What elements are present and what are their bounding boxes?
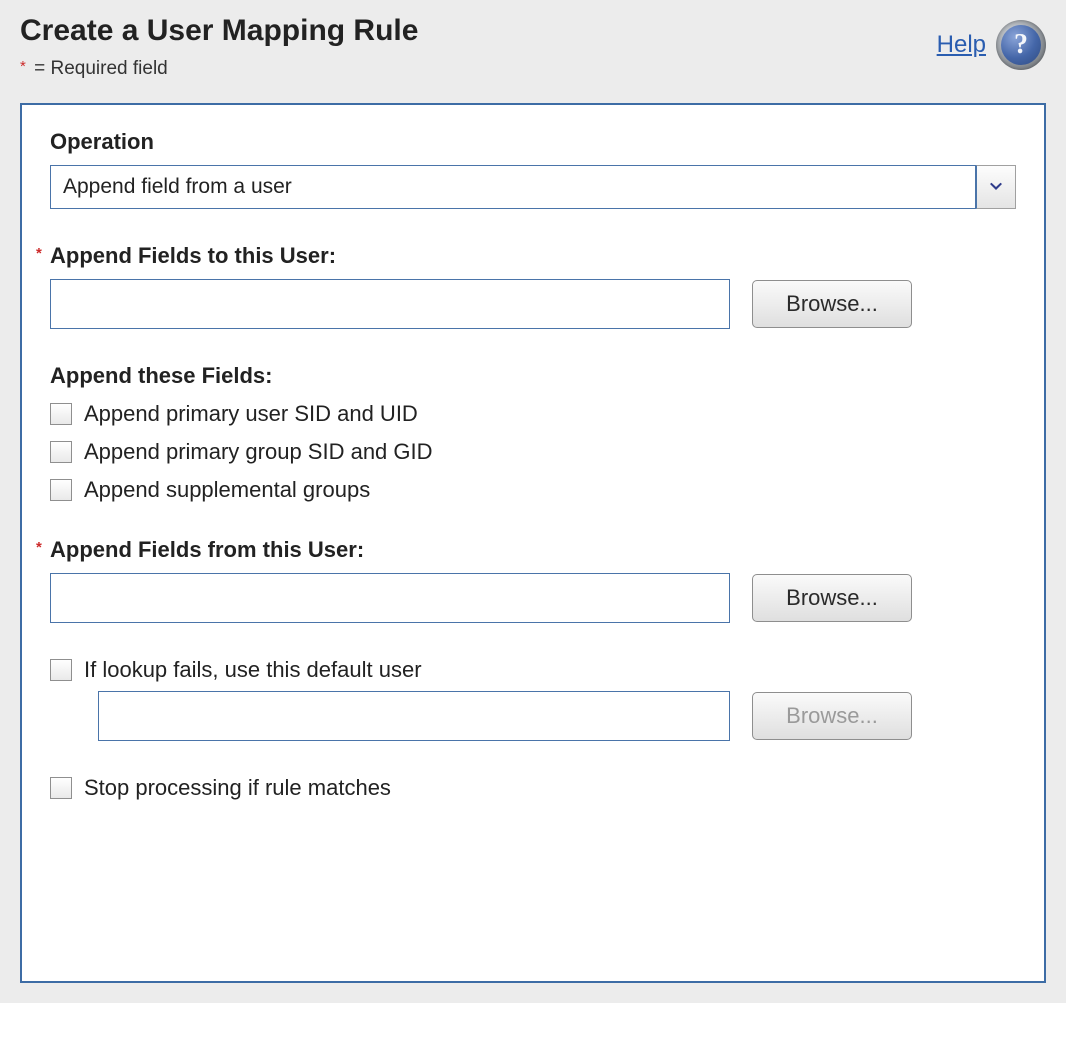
checkbox-default-user[interactable] <box>50 659 72 681</box>
append-from-user-input[interactable] <box>50 573 730 623</box>
operation-select-dropdown-button[interactable] <box>976 165 1016 209</box>
default-user-browse-button: Browse... <box>752 692 912 740</box>
help-link[interactable]: Help <box>937 31 986 59</box>
append-from-user-label: Append Fields from this User: <box>50 537 1016 563</box>
append-from-user-browse-button[interactable]: Browse... <box>752 574 912 622</box>
checkbox-row-primary-user: Append primary user SID and UID <box>50 401 1016 427</box>
checkbox-label: Append primary group SID and GID <box>84 439 433 465</box>
required-note: * = Required field <box>20 58 418 80</box>
default-user-input[interactable] <box>98 691 730 741</box>
question-mark-icon: ? <box>1014 29 1028 61</box>
append-to-user-browse-button[interactable]: Browse... <box>752 280 912 328</box>
help-icon[interactable]: ? <box>996 20 1046 70</box>
chevron-down-icon <box>988 179 1004 195</box>
checkbox-label: Append primary user SID and UID <box>84 401 418 427</box>
operation-select-value[interactable] <box>50 165 976 209</box>
required-asterisk: * <box>20 58 26 75</box>
checkbox-primary-group-sid-gid[interactable] <box>50 441 72 463</box>
panel-wrapper: Operation Append Fields to this User: Br… <box>0 103 1066 1003</box>
checkbox-label: Stop processing if rule matches <box>84 775 391 801</box>
help-area: Help ? <box>937 14 1046 70</box>
operation-label: Operation <box>50 129 1016 155</box>
checkbox-row-supplemental-groups: Append supplemental groups <box>50 477 1016 503</box>
checkbox-supplemental-groups[interactable] <box>50 479 72 501</box>
required-text: = Required field <box>29 58 168 79</box>
checkbox-row-default-user: If lookup fails, use this default user <box>50 657 1016 683</box>
checkbox-label: Append supplemental groups <box>84 477 370 503</box>
page-title: Create a User Mapping Rule <box>20 14 418 48</box>
checkbox-row-primary-group: Append primary group SID and GID <box>50 439 1016 465</box>
checkbox-row-stop-processing: Stop processing if rule matches <box>50 775 1016 801</box>
form-panel: Operation Append Fields to this User: Br… <box>20 103 1046 983</box>
checkbox-stop-processing[interactable] <box>50 777 72 799</box>
header: Create a User Mapping Rule * = Required … <box>0 0 1066 103</box>
checkbox-primary-user-sid-uid[interactable] <box>50 403 72 425</box>
operation-select[interactable] <box>50 165 1016 209</box>
title-block: Create a User Mapping Rule * = Required … <box>20 14 418 80</box>
append-these-fields-label: Append these Fields: <box>50 363 1016 389</box>
append-to-user-label: Append Fields to this User: <box>50 243 1016 269</box>
checkbox-label: If lookup fails, use this default user <box>84 657 422 683</box>
append-to-user-input[interactable] <box>50 279 730 329</box>
